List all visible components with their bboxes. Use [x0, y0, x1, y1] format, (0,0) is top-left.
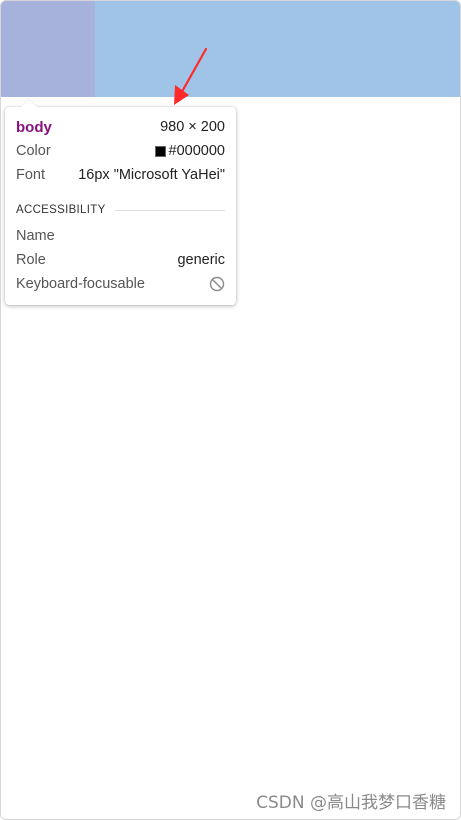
keyboard-focusable-label: Keyboard-focusable: [16, 276, 145, 292]
annotation-arrow-icon: [174, 47, 208, 105]
name-row: Name: [16, 224, 225, 248]
element-dimensions: 980 × 200: [160, 119, 225, 135]
screenshot-frame: body 980 × 200 Color #000000 Font 16px "…: [0, 0, 461, 820]
keyboard-focusable-row: Keyboard-focusable: [16, 272, 225, 296]
font-value: 16px "Microsoft YaHei": [78, 167, 225, 183]
color-swatch: [154, 145, 166, 157]
name-label: Name: [16, 228, 55, 244]
inspect-tooltip: body 980 × 200 Color #000000 Font 16px "…: [5, 99, 236, 305]
role-row: Role generic: [16, 248, 225, 272]
role-label: Role: [16, 252, 46, 268]
section-divider: [114, 209, 225, 211]
font-row: Font 16px "Microsoft YaHei": [16, 163, 225, 187]
not-allowed-icon: [209, 276, 225, 292]
color-row: Color #000000: [16, 139, 225, 163]
element-tag-name: body: [16, 118, 52, 136]
watermark-text: CSDN @高山我梦口香糖: [256, 793, 446, 813]
color-label: Color: [16, 143, 51, 159]
color-value: #000000: [168, 143, 225, 159]
accessibility-header-label: ACCESSIBILITY: [16, 204, 106, 216]
accessibility-section-header: ACCESSIBILITY: [16, 200, 225, 220]
role-value: generic: [177, 252, 225, 268]
font-label: Font: [16, 167, 46, 183]
color-value-group: #000000: [154, 143, 225, 159]
element-header-row: body 980 × 200: [16, 115, 225, 139]
element-highlight-overlay: [1, 1, 95, 97]
tooltip-pointer: [21, 99, 37, 107]
